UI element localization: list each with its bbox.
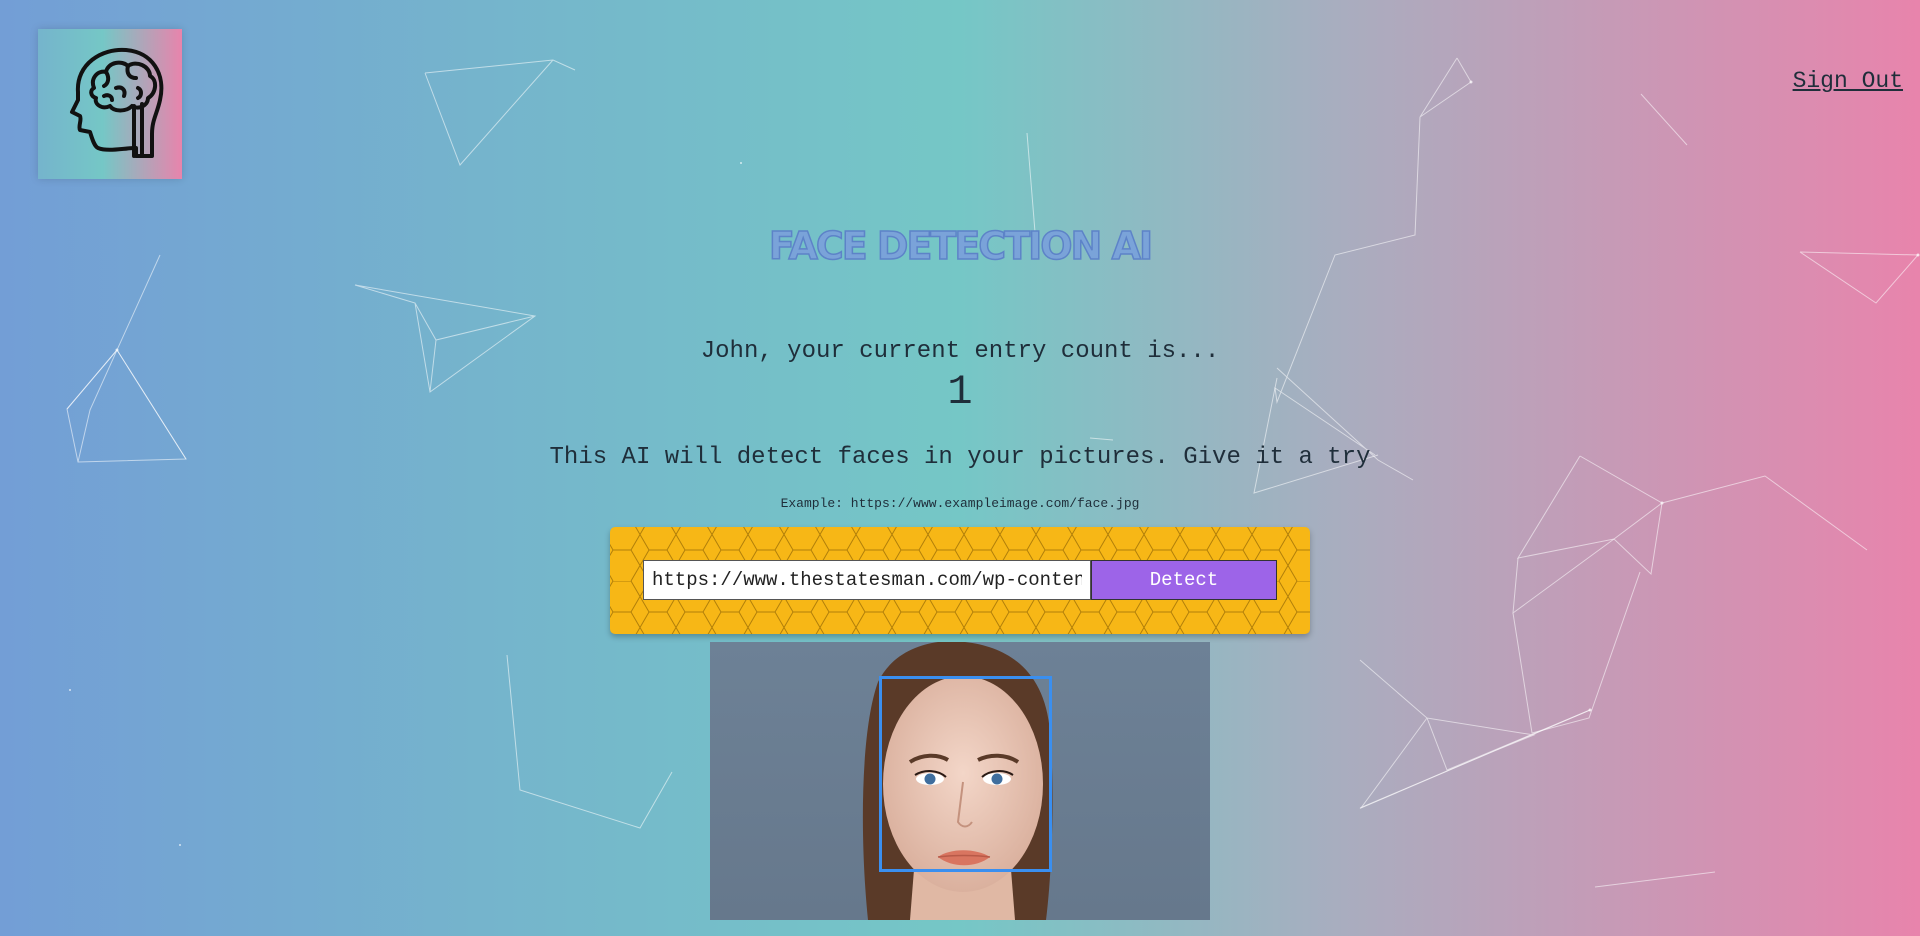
entry-count-value: 1 [947,368,973,416]
face-bounding-box [879,676,1052,872]
example-url-hint: Example: https://www.exampleimage.com/fa… [780,496,1140,511]
app-description: This AI will detect faces in your pictur… [549,444,1371,471]
result-image [710,642,1210,920]
detect-button[interactable]: Detect [1091,560,1277,600]
page-title: Face Detection AI [768,223,1154,269]
url-form-panel: Detect [610,527,1310,634]
sign-out-link[interactable]: Sign Out [1793,68,1903,94]
image-url-input[interactable] [643,560,1091,600]
brain-head-icon [70,47,164,158]
app-logo [38,29,182,179]
entry-count-message: John, your current entry count is... [700,338,1220,365]
